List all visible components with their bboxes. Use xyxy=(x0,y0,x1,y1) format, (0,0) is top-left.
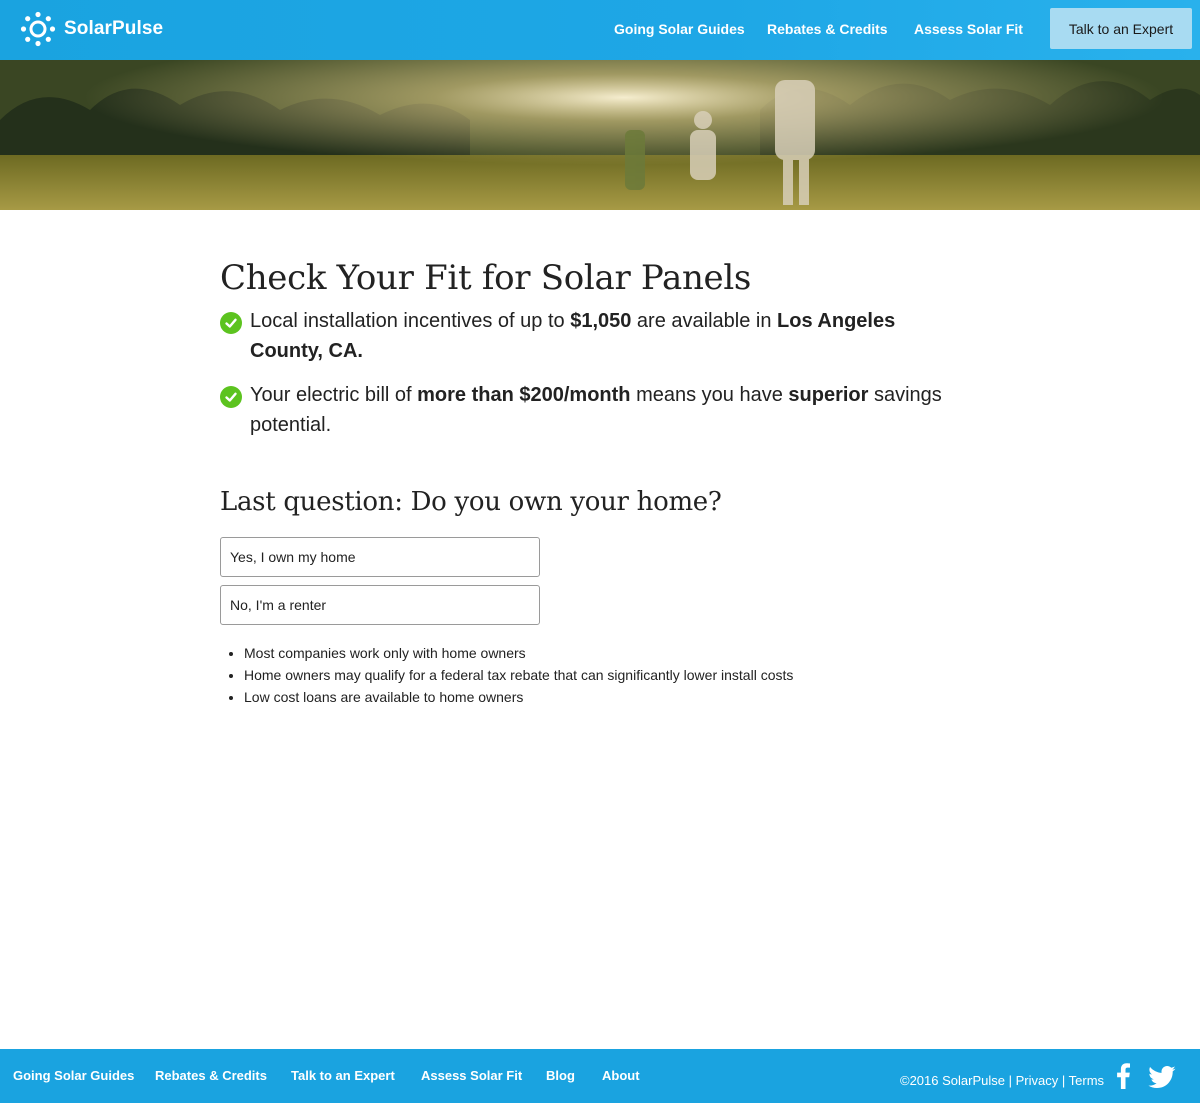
privacy-link[interactable]: Privacy xyxy=(1016,1073,1059,1088)
footer-link-blog[interactable]: Blog xyxy=(546,1068,575,1083)
facebook-icon[interactable] xyxy=(1115,1063,1131,1094)
footer-link-going-solar-guides[interactable]: Going Solar Guides xyxy=(13,1068,134,1083)
list-item: Home owners may qualify for a federal ta… xyxy=(244,664,793,686)
nav-assess-solar-fit[interactable]: Assess Solar Fit xyxy=(914,21,1023,37)
separator: | xyxy=(1061,1073,1066,1088)
brand-logo[interactable]: SolarPulse xyxy=(20,11,163,47)
renter-button[interactable]: No, I'm a renter xyxy=(220,585,540,625)
fit-item-text: Your electric bill of more than $200/mon… xyxy=(250,384,942,436)
brand-name: SolarPulse xyxy=(64,18,164,39)
site-header: SolarPulse Going Solar Guides Rebates & … xyxy=(0,0,1200,60)
benefits-list: Most companies work only with home owner… xyxy=(244,642,793,708)
footer-link-assess-solar-fit[interactable]: Assess Solar Fit xyxy=(421,1068,522,1083)
check-icon xyxy=(220,312,242,334)
own-home-button[interactable]: Yes, I own my home xyxy=(220,537,540,577)
footer-link-about[interactable]: About xyxy=(602,1068,640,1083)
footer-legal: ©2016 SolarPulse | Privacy | Terms xyxy=(900,1073,1104,1088)
check-icon xyxy=(220,386,242,408)
site-footer: Going Solar Guides Rebates & Credits Tal… xyxy=(0,1049,1200,1103)
question-heading: Last question: Do you own your home? xyxy=(220,487,722,517)
fit-item-text: Local installation incentives of up to $… xyxy=(250,310,896,362)
page-title: Check Your Fit for Solar Panels xyxy=(220,258,752,298)
twitter-icon[interactable] xyxy=(1148,1066,1176,1093)
nav-rebates-credits[interactable]: Rebates & Credits xyxy=(767,21,888,37)
fit-item-incentives: Local installation incentives of up to $… xyxy=(220,310,960,366)
footer-link-rebates-credits[interactable]: Rebates & Credits xyxy=(155,1068,267,1083)
sun-logo-icon xyxy=(20,11,56,47)
list-item: Low cost loans are available to home own… xyxy=(244,686,793,708)
list-item: Most companies work only with home owner… xyxy=(244,642,793,664)
footer-link-talk-to-expert[interactable]: Talk to an Expert xyxy=(291,1068,395,1083)
nav-going-solar-guides[interactable]: Going Solar Guides xyxy=(614,21,745,37)
terms-link[interactable]: Terms xyxy=(1069,1073,1104,1088)
fit-item-savings: Your electric bill of more than $200/mon… xyxy=(220,384,960,440)
separator: | xyxy=(1008,1073,1012,1088)
copyright: ©2016 SolarPulse xyxy=(900,1073,1005,1088)
hero-image xyxy=(0,60,1200,210)
talk-to-expert-button[interactable]: Talk to an Expert xyxy=(1050,8,1192,49)
